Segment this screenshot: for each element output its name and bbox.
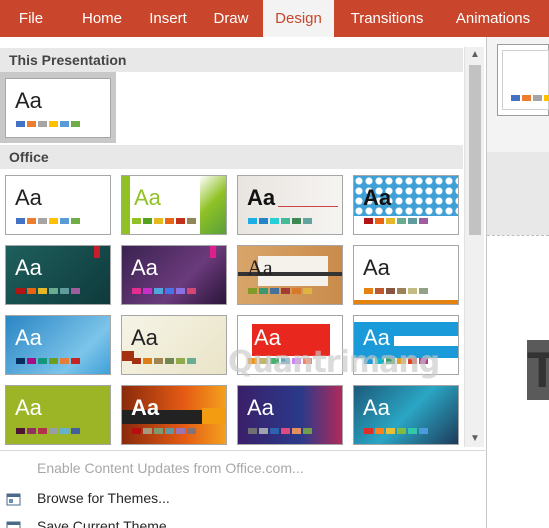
theme-mesh[interactable]: Aa bbox=[237, 385, 343, 445]
theme-preview-colors bbox=[511, 95, 549, 101]
theme-color-bars bbox=[16, 358, 80, 364]
powerpoint-window: File Home Insert Draw Design Transitions… bbox=[0, 0, 549, 528]
gallery-scrollbar[interactable]: ▲ ▼ bbox=[464, 47, 484, 447]
scroll-down-arrow-icon[interactable]: ▼ bbox=[465, 431, 485, 447]
scroll-up-arrow-icon[interactable]: ▲ bbox=[465, 47, 485, 63]
theme-color-bars bbox=[132, 358, 196, 364]
watermark-logo: Quantrimang bbox=[228, 345, 440, 380]
tab-insert[interactable]: Insert bbox=[140, 0, 196, 37]
theme-color-bars bbox=[132, 288, 196, 294]
menu-item-label: Browse for Themes... bbox=[37, 490, 170, 506]
tab-file[interactable]: File bbox=[0, 0, 62, 37]
theme-aa-label: Aa bbox=[134, 185, 161, 210]
theme-aa-label: Aa bbox=[247, 185, 276, 210]
tab-animations[interactable]: Animations bbox=[437, 0, 549, 37]
theme-aa-label: Aa bbox=[15, 325, 42, 350]
themes-gallery-dropdown: This Presentation Aa Office Aa Aa Aa Aa … bbox=[0, 37, 487, 528]
theme-retrospect[interactable]: Aa bbox=[353, 245, 459, 305]
theme-deco bbox=[210, 246, 216, 258]
theme-color-bars bbox=[248, 218, 312, 224]
theme-color-bars bbox=[364, 288, 428, 294]
theme-deco bbox=[202, 408, 226, 424]
theme-aa-label: Aa bbox=[15, 255, 42, 280]
menu-divider bbox=[0, 450, 487, 451]
theme-integral[interactable]: Aa bbox=[237, 175, 343, 235]
section-office: Office bbox=[0, 145, 463, 169]
theme-deco bbox=[94, 246, 100, 258]
theme-main-event[interactable]: Aa bbox=[121, 385, 227, 445]
theme-aa-label: Aa bbox=[363, 395, 390, 420]
theme-color-bars bbox=[16, 121, 80, 127]
theme-deco bbox=[200, 176, 226, 234]
theme-aa-label: Aa bbox=[363, 255, 390, 280]
slide-title-text[interactable]: T bbox=[527, 340, 549, 400]
ribbon-tab-bar: File Home Insert Draw Design Transitions… bbox=[0, 0, 549, 37]
theme-color-bars bbox=[132, 428, 196, 434]
theme-aa-label: Aa bbox=[15, 185, 42, 210]
theme-aa-label: Aa bbox=[247, 255, 273, 280]
scrollbar-thumb[interactable] bbox=[469, 65, 481, 235]
theme-aa-label: Aa bbox=[131, 395, 160, 420]
theme-deco bbox=[122, 176, 130, 234]
theme-color-bars bbox=[16, 288, 80, 294]
theme-aa-label: Aa bbox=[363, 185, 392, 210]
tab-design[interactable]: Design bbox=[263, 0, 334, 37]
slide-placeholder-border bbox=[487, 235, 549, 236]
tab-transitions[interactable]: Transitions bbox=[339, 0, 435, 37]
menu-save-current-theme[interactable]: Save Current Theme... bbox=[0, 513, 463, 528]
theme-wisp[interactable]: Aa bbox=[121, 315, 227, 375]
tab-draw[interactable]: Draw bbox=[204, 0, 258, 37]
theme-aa-label: Aa bbox=[15, 88, 42, 113]
theme-dividend[interactable]: Aa bbox=[5, 385, 111, 445]
menu-item-label: Save Current Theme... bbox=[37, 518, 179, 528]
theme-aa-label: Aa bbox=[131, 325, 158, 350]
menu-browse-for-themes[interactable]: Browse for Themes... bbox=[0, 485, 463, 511]
theme-color-bars bbox=[364, 428, 428, 434]
theme-slice[interactable]: Aa bbox=[5, 315, 111, 375]
theme-preview-inner bbox=[502, 50, 549, 110]
theme-organic[interactable]: Aa bbox=[237, 245, 343, 305]
theme-deco bbox=[354, 300, 458, 304]
section-this-presentation: This Presentation bbox=[0, 48, 463, 72]
theme-ion[interactable]: Aa bbox=[5, 245, 111, 305]
theme-aa-label: Aa bbox=[247, 395, 274, 420]
theme-aa-label: Aa bbox=[131, 255, 158, 280]
tab-home[interactable]: Home bbox=[70, 0, 134, 37]
theme-color-bars bbox=[132, 218, 196, 224]
menu-item-label: Enable Content Updates from Office.com..… bbox=[37, 460, 304, 476]
menu-enable-content-updates[interactable]: Enable Content Updates from Office.com..… bbox=[0, 455, 463, 481]
theme-aa-label: Aa bbox=[15, 395, 42, 420]
theme-color-bars bbox=[248, 428, 312, 434]
browse-folder-icon bbox=[6, 490, 22, 506]
theme-ion-purple[interactable]: Aa bbox=[121, 245, 227, 305]
theme-color-bars bbox=[16, 428, 80, 434]
theme-color-bars bbox=[16, 218, 80, 224]
theme-facet[interactable]: Aa bbox=[121, 175, 227, 235]
theme-color-bars bbox=[248, 288, 312, 294]
theme-vapor-trail[interactable]: Aa bbox=[353, 385, 459, 445]
save-theme-icon bbox=[6, 518, 22, 528]
theme-color-bars bbox=[364, 218, 428, 224]
theme-deco bbox=[278, 206, 338, 207]
theme-current-office[interactable]: Aa bbox=[5, 78, 111, 138]
theme-ion-boardroom[interactable]: Aa bbox=[353, 175, 459, 235]
theme-office[interactable]: Aa bbox=[5, 175, 111, 235]
